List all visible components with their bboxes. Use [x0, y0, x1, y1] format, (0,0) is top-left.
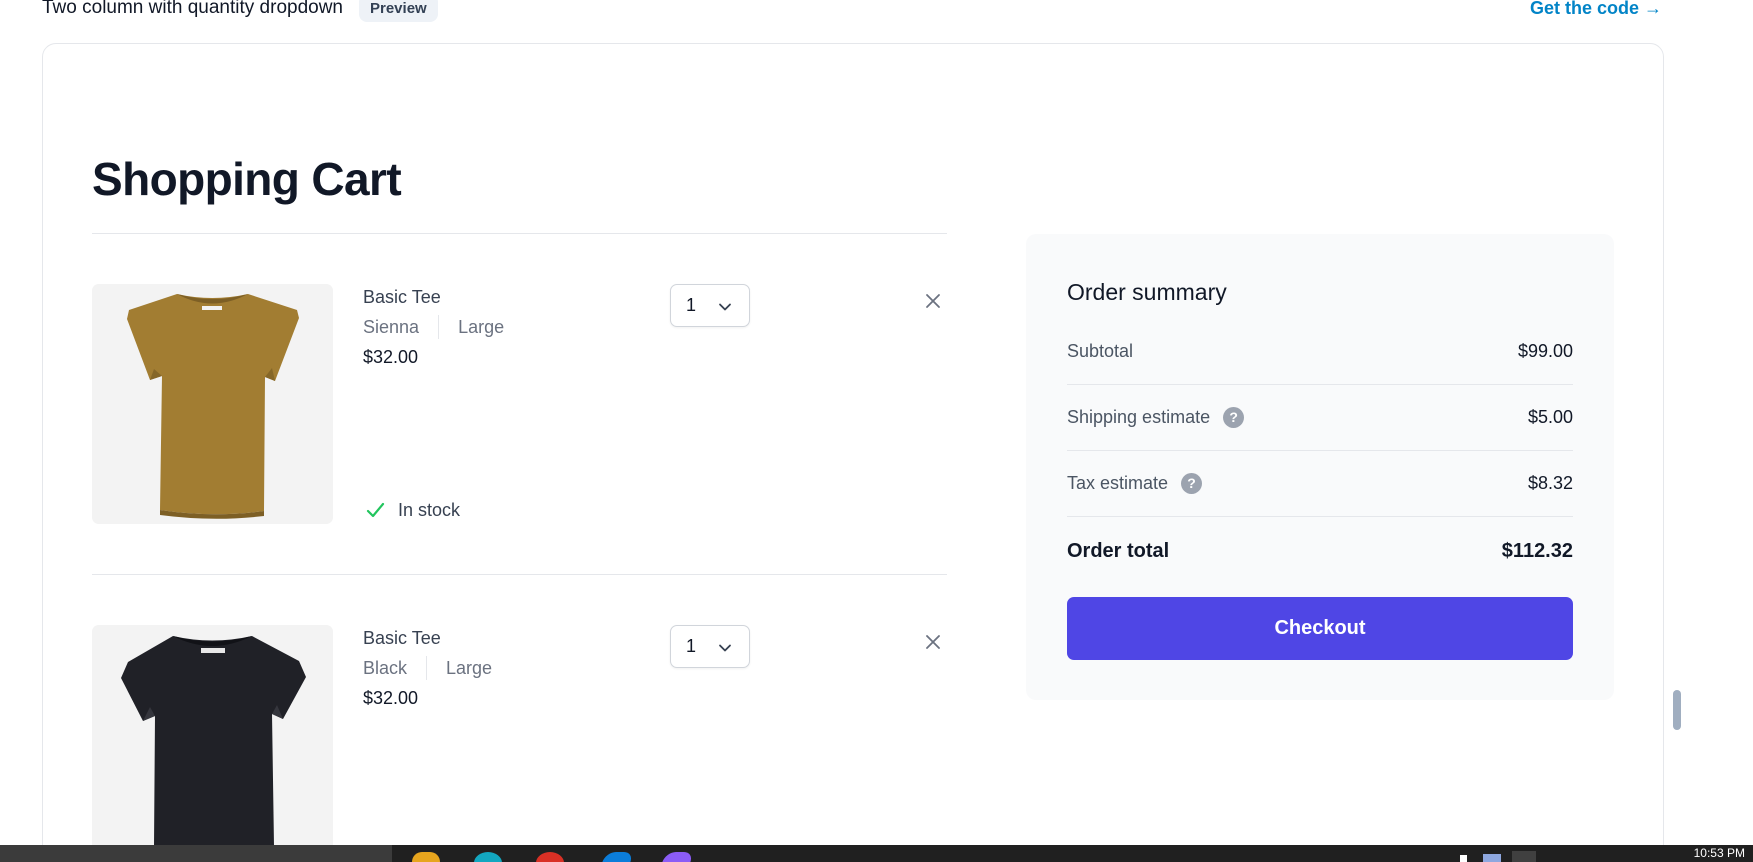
- page-title: Shopping Cart: [92, 152, 402, 205]
- product-meta: Sienna Large: [363, 315, 504, 339]
- tray-icon[interactable]: [1512, 851, 1536, 862]
- tray-icon[interactable]: [1460, 855, 1467, 862]
- summary-divider: [1067, 450, 1573, 451]
- taskbar: 10:53 PM: [0, 845, 1753, 862]
- order-total-value: $112.32: [1501, 539, 1573, 562]
- vscode-icon[interactable]: [597, 852, 635, 862]
- order-total-row: Order total $112.32: [1067, 529, 1573, 573]
- tax-label-group: Tax estimate ?: [1067, 472, 1203, 494]
- check-icon: [366, 502, 385, 517]
- product-color: Sienna: [363, 316, 420, 337]
- product-image[interactable]: [92, 625, 333, 862]
- remove-item-button[interactable]: [921, 289, 945, 313]
- subtotal-label: Subtotal: [1067, 340, 1134, 361]
- example-title: Two column with quantity dropdown: [42, 0, 343, 18]
- stock-label: In stock: [398, 499, 461, 520]
- subtotal-value: $99.00: [1517, 340, 1573, 361]
- shirt-image: [92, 625, 333, 862]
- visual-studio-icon[interactable]: [657, 852, 695, 862]
- folder-icon[interactable]: [412, 852, 440, 862]
- tax-value: $8.32: [1527, 472, 1573, 493]
- chevron-down-icon: [719, 644, 731, 652]
- summary-title: Order summary: [1067, 279, 1227, 305]
- chevron-down-icon: [719, 303, 731, 311]
- page: Two column with quantity dropdown Previe…: [0, 0, 1753, 862]
- order-total-label: Order total: [1067, 539, 1170, 562]
- summary-divider: [1067, 384, 1573, 385]
- order-summary: Order summary Subtotal $99.00 Shipping e…: [1026, 234, 1614, 700]
- preview-tab[interactable]: Preview: [359, 0, 438, 22]
- product-name[interactable]: Basic Tee: [363, 285, 441, 309]
- chrome-icon[interactable]: [536, 852, 564, 862]
- cart-item: Basic Tee Black Large $32.00 1: [92, 625, 947, 862]
- subtotal-row: Subtotal $99.00: [1067, 329, 1573, 373]
- taskbar-search-area[interactable]: [0, 845, 392, 862]
- product-size: Large: [458, 316, 505, 337]
- summary-divider: [1067, 516, 1573, 517]
- meta-divider: [426, 656, 428, 680]
- shipping-value: $5.00: [1527, 406, 1573, 427]
- stock-status: In stock: [365, 498, 460, 522]
- product-price: $32.00: [363, 688, 419, 708]
- cart-divider-middle: [92, 574, 947, 575]
- product-size: Large: [446, 657, 493, 678]
- cart-item: Basic Tee Sienna Large $32.00 1 In stock: [92, 284, 947, 524]
- quantity-dropdown[interactable]: 1: [670, 284, 750, 327]
- close-icon: [926, 635, 940, 649]
- quantity-dropdown[interactable]: 1: [670, 625, 750, 668]
- product-image[interactable]: [92, 284, 333, 524]
- product-name[interactable]: Basic Tee: [363, 626, 441, 650]
- system-clock[interactable]: 10:53 PM: [1694, 846, 1745, 860]
- tray-icon[interactable]: [1483, 854, 1501, 862]
- example-header: Two column with quantity dropdown Previe…: [42, 0, 1662, 22]
- close-icon: [926, 294, 940, 308]
- checkout-button[interactable]: Checkout: [1067, 597, 1573, 660]
- get-code-link[interactable]: Get the code →: [1530, 0, 1662, 19]
- remove-item-button[interactable]: [921, 630, 945, 654]
- product-color: Black: [363, 657, 408, 678]
- quantity-value: 1: [686, 636, 697, 656]
- tax-label: Tax estimate: [1067, 472, 1169, 493]
- quantity-value: 1: [686, 295, 697, 315]
- tax-row: Tax estimate ? $8.32: [1067, 461, 1573, 505]
- shipping-label: Shipping estimate: [1067, 406, 1211, 427]
- shirt-image: [92, 284, 333, 524]
- shipping-label-group: Shipping estimate ?: [1067, 406, 1245, 428]
- product-price: $32.00: [363, 347, 419, 367]
- meta-divider: [438, 315, 440, 339]
- question-icon[interactable]: ?: [1181, 472, 1203, 494]
- scrollbar-thumb[interactable]: [1673, 690, 1681, 730]
- shipping-row: Shipping estimate ? $5.00: [1067, 395, 1573, 439]
- cart-divider-top: [92, 233, 947, 234]
- question-icon[interactable]: ?: [1223, 406, 1245, 428]
- product-meta: Black Large: [363, 656, 492, 680]
- browser-icon[interactable]: [474, 852, 502, 862]
